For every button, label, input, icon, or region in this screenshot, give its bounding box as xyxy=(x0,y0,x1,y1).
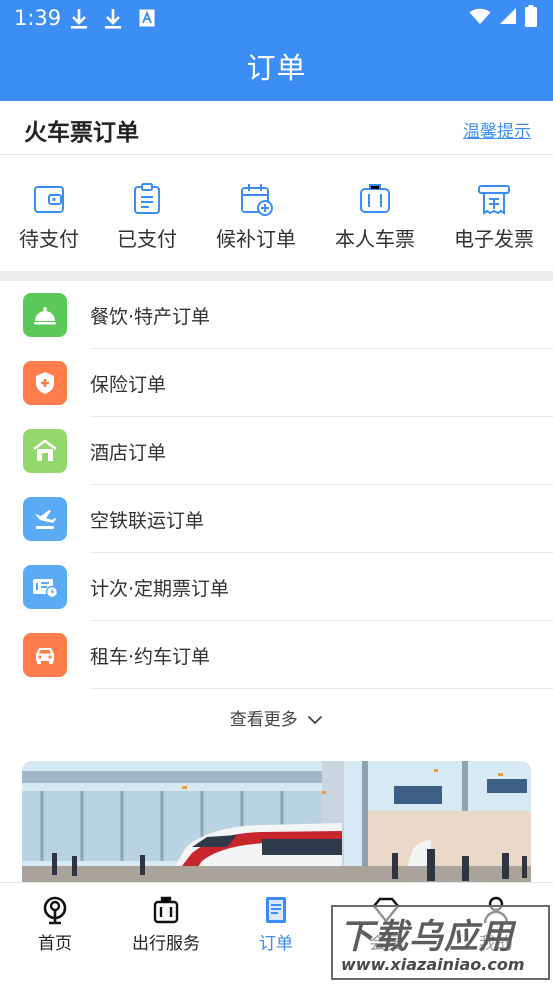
status-time: 1:39 xyxy=(14,6,62,30)
list-item-label: 酒店订单 xyxy=(90,442,167,464)
category-label: 本人车票 xyxy=(335,227,415,251)
food-bell-icon xyxy=(23,293,67,337)
status-bar: 1:39 xyxy=(0,0,553,38)
signal-icon xyxy=(499,7,517,29)
rail-logo-icon xyxy=(40,895,70,925)
battery-icon xyxy=(525,5,537,31)
wifi-icon xyxy=(469,7,491,29)
tips-link[interactable]: 温馨提示 xyxy=(463,117,531,142)
nav-label: 出行服务 xyxy=(132,934,200,954)
download-icon xyxy=(70,8,88,30)
shield-plus-icon xyxy=(23,361,67,405)
status-right xyxy=(469,5,537,31)
list-item-hotel-orders[interactable]: 酒店订单 xyxy=(0,417,553,485)
list-item-car-orders[interactable]: 租车·约车订单 xyxy=(0,621,553,689)
category-label: 候补订单 xyxy=(216,227,296,251)
top-bar: 1:39 订单 xyxy=(0,0,553,101)
category-label: 已支付 xyxy=(117,227,177,251)
list-item-pass-ticket-orders[interactable]: 计次·定期票订单 xyxy=(0,553,553,621)
list-item-label: 保险订单 xyxy=(90,374,167,396)
view-more-button[interactable]: 查看更多 xyxy=(0,705,553,730)
train-station-illustration xyxy=(22,761,531,886)
car-icon xyxy=(23,633,67,677)
category-label: 待支付 xyxy=(19,227,79,251)
category-pending-payment[interactable]: 待支付 xyxy=(0,181,104,252)
hotel-icon xyxy=(23,429,67,473)
luggage-icon xyxy=(151,895,181,925)
translate-icon xyxy=(139,9,155,27)
luggage-icon xyxy=(357,181,393,217)
nav-orders[interactable]: 订单 xyxy=(226,895,326,954)
page-title: 订单 xyxy=(246,51,307,85)
ticket-clock-icon xyxy=(23,565,67,609)
list-item-air-rail-orders[interactable]: 空铁联运订单 xyxy=(0,485,553,553)
receipt-icon xyxy=(476,181,512,217)
chevron-down-icon xyxy=(307,710,323,730)
watermark-url: www.xiazainiao.com xyxy=(341,955,525,974)
category-my-tickets[interactable]: 本人车票 xyxy=(320,181,430,252)
train-orders-header: 火车票订单 温馨提示 xyxy=(0,101,553,155)
category-paid[interactable]: 已支付 xyxy=(92,181,202,252)
list-item-label: 租车·约车订单 xyxy=(90,646,211,668)
order-doc-icon xyxy=(261,895,291,925)
watermark: 下载乌应用 www.xiazainiao.com xyxy=(331,905,550,980)
list-item-food-orders[interactable]: 餐饮·特产订单 xyxy=(0,281,553,349)
divider xyxy=(90,688,553,689)
promo-banner[interactable] xyxy=(22,761,531,886)
train-order-categories: 待支付 已支付 候补订单 本人车票 电子发票 xyxy=(0,156,553,271)
nav-travel-services[interactable]: 出行服务 xyxy=(116,895,216,954)
category-e-invoice[interactable]: 电子发票 xyxy=(439,181,549,252)
download-icon xyxy=(104,8,122,30)
nav-label: 首页 xyxy=(38,934,72,954)
list-item-label: 餐饮·特产订单 xyxy=(90,306,211,328)
wallet-icon xyxy=(31,181,67,217)
calendar-add-icon xyxy=(238,181,274,217)
view-more-label: 查看更多 xyxy=(229,710,298,730)
order-list: 餐饮·特产订单 保险订单 酒店订单 空铁联运订单 计次·定期票订单 租车·约车订 xyxy=(0,281,553,689)
nav-home[interactable]: 首页 xyxy=(5,895,105,954)
list-item-label: 空铁联运订单 xyxy=(90,510,205,532)
nav-label: 订单 xyxy=(259,934,293,954)
section-title: 火车票订单 xyxy=(24,120,139,146)
watermark-title: 下载乌应用 xyxy=(339,917,514,957)
clipboard-icon xyxy=(129,181,165,217)
list-item-label: 计次·定期票订单 xyxy=(90,578,230,600)
category-waitlist[interactable]: 候补订单 xyxy=(201,181,311,252)
category-label: 电子发票 xyxy=(454,227,534,251)
section-divider xyxy=(0,271,553,281)
list-item-insurance-orders[interactable]: 保险订单 xyxy=(0,349,553,417)
plane-train-icon xyxy=(23,497,67,541)
